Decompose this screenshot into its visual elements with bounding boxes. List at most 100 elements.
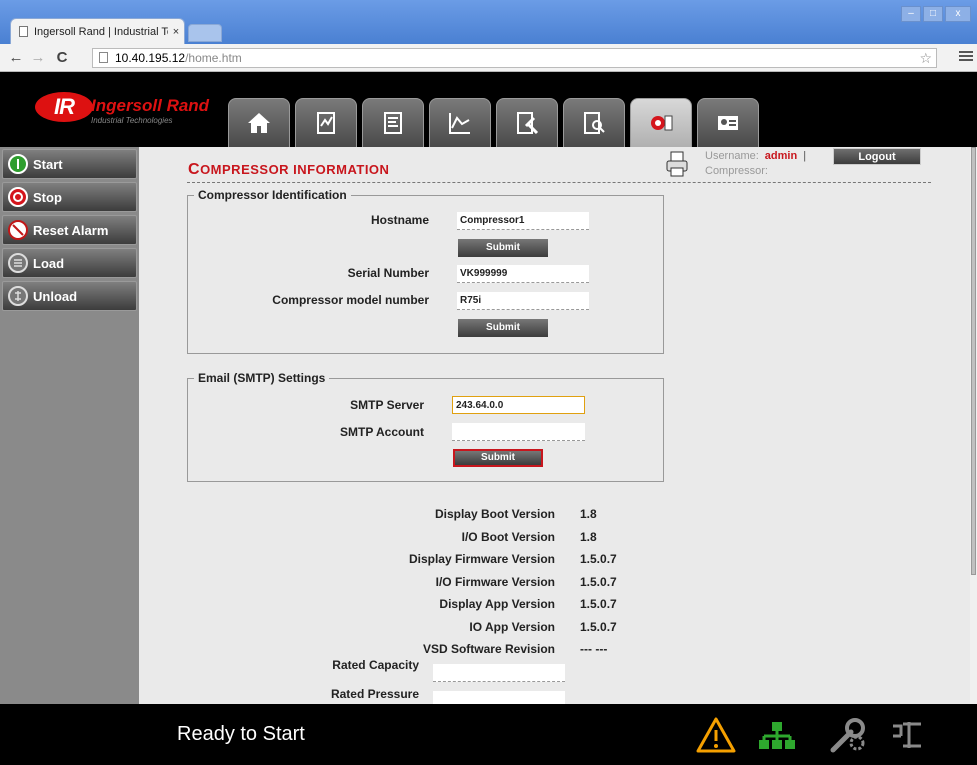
username-value: admin xyxy=(764,150,798,162)
window-controls: – □ x xyxy=(901,6,971,22)
ingersoll-rand-logo: IR Ingersoll Rand Industrial Technologie… xyxy=(35,92,225,132)
smtp-submit-button[interactable]: Submit xyxy=(453,449,543,467)
user-separator: | xyxy=(803,150,807,162)
model-number-input[interactable]: R75i xyxy=(457,292,589,310)
compressor-info-icon xyxy=(651,115,673,131)
tab-close-icon[interactable]: × xyxy=(168,26,184,38)
version-value: 1.5.0.7 xyxy=(580,575,617,589)
url-input[interactable]: 10.40.195.12/home.htm ☆ xyxy=(92,48,937,68)
browser-tab-bar: Ingersoll Rand | Industrial Tc × – □ x xyxy=(0,0,977,44)
user-card-icon xyxy=(718,116,738,130)
tab-home[interactable] xyxy=(228,98,290,147)
load-label: Load xyxy=(33,255,65,271)
tab-settings[interactable] xyxy=(362,98,424,147)
browser-tab-title: Ingersoll Rand | Industrial Tc xyxy=(34,25,168,38)
url-host: 10.40.195.12 xyxy=(115,51,186,65)
tab-event-log[interactable] xyxy=(563,98,625,147)
browser-tab-active[interactable]: Ingersoll Rand | Industrial Tc × xyxy=(10,18,185,44)
rated-pressure-label: Rated Pressure xyxy=(330,687,419,701)
identification-legend: Compressor Identification xyxy=(198,188,347,202)
logout-button[interactable]: Logout xyxy=(833,148,921,165)
tab-maintenance[interactable] xyxy=(496,98,558,147)
browser-chrome: Ingersoll Rand | Industrial Tc × – □ x ←… xyxy=(0,0,977,72)
scrollbar-thumb[interactable] xyxy=(971,147,976,575)
tab-trends[interactable] xyxy=(429,98,491,147)
app-header: IR Ingersoll Rand Industrial Technologie… xyxy=(0,72,977,147)
smtp-legend: Email (SMTP) Settings xyxy=(198,371,326,385)
event-log-icon xyxy=(584,112,605,134)
reload-icon[interactable]: C xyxy=(52,49,72,67)
smtp-account-input[interactable] xyxy=(452,423,585,441)
stop-button[interactable]: Stop xyxy=(2,182,137,212)
hostname-submit-button[interactable]: Submit xyxy=(458,239,548,257)
maximize-button[interactable]: □ xyxy=(923,6,943,22)
title-divider xyxy=(187,182,931,183)
start-label: Start xyxy=(33,156,63,172)
stop-icon xyxy=(8,187,28,207)
unload-button[interactable]: Unload xyxy=(2,281,137,311)
warning-icon[interactable] xyxy=(695,716,737,754)
stop-label: Stop xyxy=(33,189,62,205)
reset-alarm-button[interactable]: Reset Alarm xyxy=(2,215,137,245)
window-close-button[interactable]: x xyxy=(945,6,971,22)
page-icon xyxy=(99,52,108,63)
page-title: COMPRESSOR INFORMATION xyxy=(188,161,390,178)
reset-alarm-label: Reset Alarm xyxy=(33,222,109,238)
minimize-button[interactable]: – xyxy=(901,6,921,22)
compressor-label: Compressor: xyxy=(705,165,768,177)
unload-label: Unload xyxy=(33,288,78,304)
version-label: Display Firmware Version xyxy=(408,552,555,566)
no-alarm-icon xyxy=(8,220,28,240)
version-value: 1.5.0.7 xyxy=(580,620,617,634)
tab-compressor-info[interactable] xyxy=(630,98,692,147)
back-arrow-icon[interactable]: ← xyxy=(6,49,26,67)
forward-arrow-icon[interactable]: → xyxy=(28,49,48,67)
page-scrollbar[interactable] xyxy=(970,147,977,704)
url-path: /home.htm xyxy=(185,51,242,65)
version-label: I/O Firmware Version xyxy=(435,575,555,589)
version-label: IO App Version xyxy=(469,620,555,634)
user-info: Username: admin | Compressor: xyxy=(705,149,806,179)
status-bar: Ready to Start xyxy=(0,704,977,765)
main-nav-tabs xyxy=(228,98,759,147)
serial-number-input[interactable]: VK999999 xyxy=(457,265,589,283)
start-button[interactable]: Start xyxy=(2,149,137,179)
load-icon xyxy=(8,253,28,273)
logo-brand: Ingersoll Rand xyxy=(91,96,210,115)
version-label: Display App Version xyxy=(439,597,555,611)
smtp-server-label: SMTP Server xyxy=(350,398,424,412)
tab-status[interactable] xyxy=(295,98,357,147)
printer-icon[interactable] xyxy=(666,151,688,177)
chart-icon xyxy=(449,113,470,134)
rated-pressure-input[interactable] xyxy=(433,691,565,704)
load-button[interactable]: Load xyxy=(2,248,137,278)
new-tab-button[interactable] xyxy=(188,24,222,42)
unload-status-icon[interactable] xyxy=(887,716,929,754)
version-label: Display Boot Version xyxy=(434,507,555,521)
unload-icon xyxy=(8,286,28,306)
model-submit-button[interactable]: Submit xyxy=(458,319,548,337)
logo-mark: IR xyxy=(35,92,93,122)
bookmark-star-icon[interactable]: ☆ xyxy=(919,49,932,67)
hostname-label: Hostname xyxy=(370,213,429,227)
version-value: 1.8 xyxy=(580,530,597,544)
maintenance-icon xyxy=(517,112,539,135)
smtp-account-label: SMTP Account xyxy=(339,425,424,439)
status-icon xyxy=(317,112,335,134)
version-value: 1.5.0.7 xyxy=(580,552,617,566)
browser-menu-icon[interactable] xyxy=(959,49,973,63)
rated-capacity-label: Rated Capacity xyxy=(332,658,419,672)
rated-capacity-input[interactable] xyxy=(433,664,565,682)
service-icon[interactable] xyxy=(827,716,869,754)
model-number-label: Compressor model number xyxy=(272,293,429,307)
serial-number-label: Serial Number xyxy=(347,266,429,280)
control-sidebar: Start Stop Reset Alarm Load Unload xyxy=(0,147,139,704)
address-toolbar: ← → C 10.40.195.12/home.htm ☆ xyxy=(0,44,977,72)
version-value: 1.5.0.7 xyxy=(580,597,617,611)
network-icon[interactable] xyxy=(756,716,798,754)
logo-subtitle: Industrial Technologies xyxy=(91,116,173,125)
tab-user-account[interactable] xyxy=(697,98,759,147)
settings-icon xyxy=(384,112,402,134)
hostname-input[interactable]: Compressor1 xyxy=(457,212,589,230)
smtp-server-input[interactable]: 243.64.0.0 xyxy=(452,396,585,414)
